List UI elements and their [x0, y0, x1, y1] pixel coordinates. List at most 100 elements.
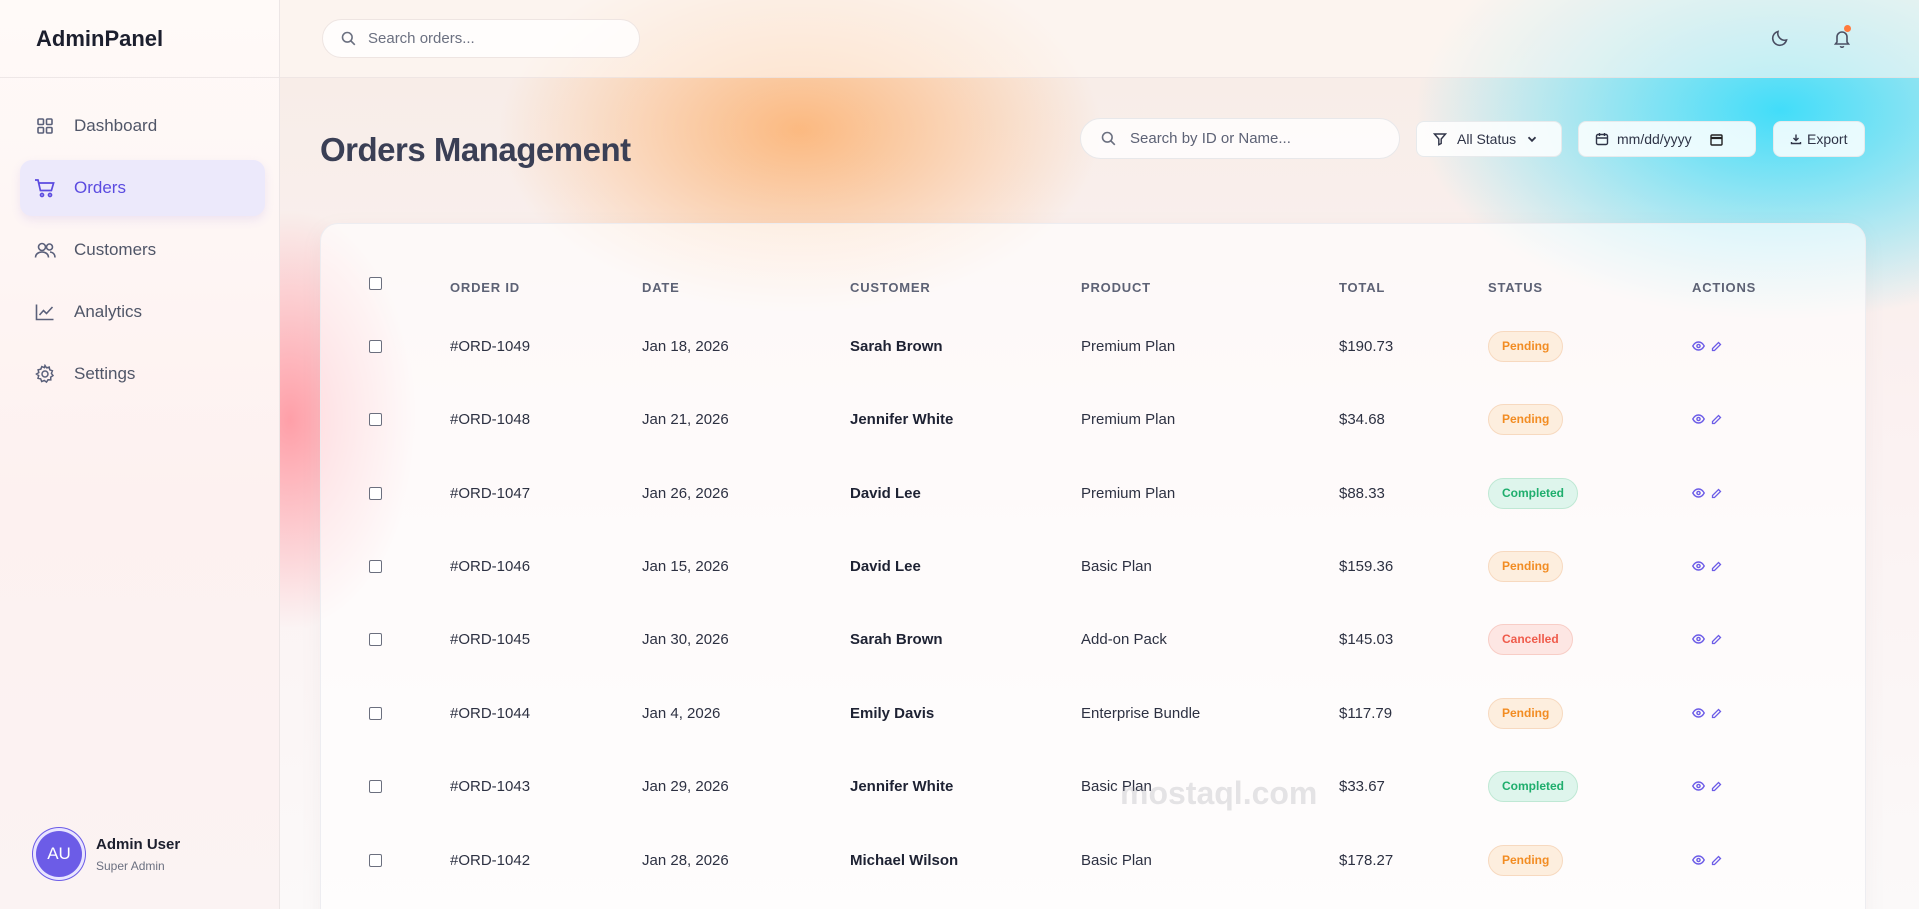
order-date: Jan 15, 2026: [642, 557, 729, 575]
column-header-product[interactable]: PRODUCT: [1081, 280, 1151, 295]
column-header-total[interactable]: TOTAL: [1339, 280, 1385, 295]
top-search-input[interactable]: [368, 30, 628, 47]
order-customer: Sarah Brown: [850, 630, 943, 648]
date-placeholder: mm/dd/yyyy: [1617, 131, 1692, 147]
order-customer: Jennifer White: [850, 410, 954, 428]
order-id[interactable]: #ORD-1049: [450, 316, 530, 376]
order-id[interactable]: #ORD-1048: [450, 389, 530, 449]
top-search-box[interactable]: [322, 19, 640, 58]
table-row[interactable]: #ORD-1044 Jan 4, 2026 Emily Davis Enterpris…: [321, 683, 1867, 743]
row-checkbox[interactable]: [369, 830, 382, 890]
order-total: $117.79: [1339, 704, 1393, 722]
eye-icon[interactable]: [1692, 855, 1705, 865]
watermark: mostaql.com: [1120, 775, 1318, 811]
export-button[interactable]: Export: [1773, 121, 1865, 157]
user-role: Super Admin: [96, 858, 165, 873]
sidebar-item-settings[interactable]: Settings: [20, 346, 265, 402]
order-search-box[interactable]: [1080, 118, 1400, 159]
select-all-checkbox[interactable]: [369, 277, 382, 290]
order-id[interactable]: #ORD-1047: [450, 463, 530, 523]
order-total: $190.73: [1339, 337, 1394, 355]
edit-icon[interactable]: [1711, 855, 1722, 866]
user-profile[interactable]: AU Admin User Super Admin: [36, 831, 180, 877]
order-customer: David Lee: [850, 484, 921, 502]
order-id[interactable]: #ORD-1046: [450, 536, 530, 596]
sidebar-item-label: Customers: [74, 240, 157, 259]
column-header-status[interactable]: STATUS: [1488, 280, 1543, 295]
sidebar: AdminPanel Dashboard Orders Customers An…: [0, 0, 280, 909]
row-checkbox[interactable]: [369, 609, 382, 669]
date-filter-input[interactable]: mm/dd/yyyy: [1578, 121, 1756, 157]
order-product: Add-on Pack: [1081, 630, 1167, 648]
sidebar-item-label: Orders: [74, 178, 126, 197]
order-date: Jan 28, 2026: [642, 851, 729, 869]
status-badge: Pending: [1488, 844, 1564, 876]
row-checkbox[interactable]: [369, 756, 382, 816]
user-name: Admin User: [96, 835, 181, 853]
calendar-picker-icon[interactable]: [1709, 133, 1723, 146]
edit-icon[interactable]: [1711, 488, 1722, 499]
status-badge: Cancelled: [1488, 623, 1573, 655]
sidebar-item-label: Dashboard: [74, 116, 158, 135]
order-date: Jan 29, 2026: [642, 777, 729, 795]
status-badge: Completed: [1488, 770, 1579, 802]
chart-line-icon: [34, 301, 56, 323]
status-filter-dropdown[interactable]: All Status: [1416, 121, 1562, 157]
order-customer: Jennifer White: [850, 777, 954, 795]
sidebar-item-label: Settings: [74, 364, 136, 383]
eye-icon[interactable]: [1692, 708, 1705, 718]
table-row[interactable]: #ORD-1046 Jan 15, 2026 David Lee Basic Plan…: [321, 536, 1867, 596]
gear-icon: [34, 363, 56, 385]
sidebar-item-orders[interactable]: Orders: [20, 160, 265, 216]
sidebar-item-customers[interactable]: Customers: [20, 222, 265, 278]
edit-icon[interactable]: [1711, 561, 1722, 572]
row-checkbox[interactable]: [369, 389, 382, 449]
edit-icon[interactable]: [1711, 634, 1722, 645]
table-row[interactable]: #ORD-1047 Jan 26, 2026 David Lee Premium Pl…: [321, 463, 1867, 523]
status-badge: Pending: [1488, 697, 1564, 729]
order-customer: Michael Wilson: [850, 851, 959, 869]
eye-icon[interactable]: [1692, 414, 1705, 424]
eye-icon[interactable]: [1692, 488, 1705, 498]
search-icon: [1101, 131, 1116, 146]
sidebar-item-dashboard[interactable]: Dashboard: [20, 98, 265, 154]
sidebar-nav: Dashboard Orders Customers Analytics Set…: [0, 78, 279, 402]
order-id[interactable]: #ORD-1045: [450, 609, 530, 669]
table-row[interactable]: #ORD-1042 Jan 28, 2026 Michael Wilson Basic…: [321, 830, 1867, 890]
order-id[interactable]: #ORD-1042: [450, 830, 530, 890]
row-checkbox[interactable]: [369, 316, 382, 376]
eye-icon[interactable]: [1692, 634, 1705, 644]
order-total: $88.33: [1339, 484, 1385, 502]
order-customer: David Lee: [850, 557, 921, 575]
table-row[interactable]: #ORD-1048 Jan 21, 2026 Jennifer White Premi…: [321, 389, 1867, 449]
status-cell: Pending: [1488, 536, 1564, 596]
table-row[interactable]: #ORD-1049 Jan 18, 2026 Sarah Brown Premium …: [321, 316, 1867, 376]
eye-icon[interactable]: [1692, 561, 1705, 571]
row-checkbox[interactable]: [369, 463, 382, 523]
notifications-button[interactable]: [1830, 24, 1854, 50]
status-badge: Completed: [1488, 477, 1579, 509]
row-checkbox[interactable]: [369, 683, 382, 743]
column-header-date[interactable]: DATE: [642, 280, 680, 295]
row-checkbox[interactable]: [369, 536, 382, 596]
row-actions: [1692, 536, 1722, 596]
order-id[interactable]: #ORD-1044: [450, 683, 530, 743]
dark-mode-toggle[interactable]: [1768, 26, 1792, 50]
chevron-down-icon: [1526, 133, 1538, 145]
edit-icon[interactable]: [1711, 414, 1722, 425]
edit-icon[interactable]: [1711, 781, 1722, 792]
eye-icon[interactable]: [1692, 341, 1705, 351]
order-id[interactable]: #ORD-1043: [450, 756, 530, 816]
sidebar-item-label: Analytics: [74, 302, 143, 321]
edit-icon[interactable]: [1711, 341, 1722, 352]
order-product: Basic Plan: [1081, 851, 1152, 869]
column-header-customer[interactable]: CUSTOMER: [850, 280, 931, 295]
column-header-order-id[interactable]: ORDER ID: [450, 280, 520, 295]
sidebar-item-analytics[interactable]: Analytics: [20, 284, 265, 340]
brand-logo[interactable]: AdminPanel: [0, 0, 279, 78]
table-row[interactable]: #ORD-1045 Jan 30, 2026 Sarah Brown Add-on P…: [321, 609, 1867, 669]
edit-icon[interactable]: [1711, 708, 1722, 719]
order-search-input[interactable]: [1130, 130, 1380, 147]
table-row[interactable]: #ORD-1043 Jan 29, 2026 Jennifer White Basic…: [321, 756, 1867, 816]
eye-icon[interactable]: [1692, 781, 1705, 791]
